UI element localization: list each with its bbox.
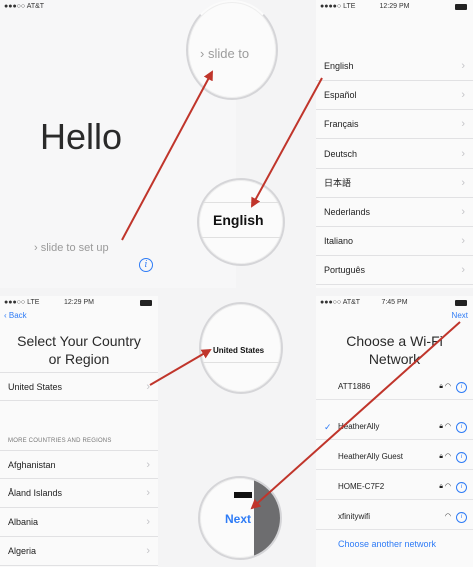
status-carrier: ●●●○○ AT&T <box>4 0 44 14</box>
chevron-right-icon: › <box>461 176 465 189</box>
chevron-right-icon: › <box>146 459 150 471</box>
next-button[interactable]: Next <box>452 311 468 320</box>
language-row[interactable]: Español › <box>316 81 473 111</box>
language-label: English <box>324 61 354 71</box>
language-row[interactable]: Français › <box>316 110 473 140</box>
wifi-icon: ◠ <box>444 513 451 520</box>
language-label: Español <box>324 90 357 101</box>
info-icon[interactable]: i <box>456 482 467 493</box>
country-label: Afghanistan <box>8 460 56 470</box>
carrier-label: AT&T <box>26 3 45 10</box>
magnifier-slide: › slide to <box>186 0 278 100</box>
chevron-right-icon: › <box>461 264 465 277</box>
chevron-right-icon: › <box>461 118 465 131</box>
back-button[interactable]: ‹ Back <box>4 311 27 320</box>
chevron-right-icon: › <box>146 545 150 557</box>
magnifier-next: Next <box>198 476 282 560</box>
info-icon[interactable]: i <box>139 258 153 272</box>
lock-wifi-icon: 🔒︎ ◠ <box>439 453 451 460</box>
magnified-edge <box>254 478 280 558</box>
checkmark-icon: ✓ <box>324 422 332 432</box>
language-label: Português <box>324 265 366 276</box>
country-screen: ●●●○○ LTE 12:29 PM ‹ Back Select Your Co… <box>0 296 158 567</box>
network-name: ATT1886 <box>338 382 371 391</box>
page-title-line2: Network <box>368 351 421 367</box>
slide-to-setup-slider[interactable]: › slide to set up <box>34 242 109 254</box>
chevron-right-icon: › <box>461 147 465 160</box>
network-name: HOME-C7F2 <box>338 482 385 491</box>
magnified-slide-text: › slide to <box>200 46 250 61</box>
country-row[interactable]: Algeria › <box>0 537 158 566</box>
status-time: 12:29 PM <box>64 299 94 306</box>
chevron-right-icon: › <box>461 89 465 102</box>
magnifier-english: English <box>197 178 285 266</box>
wifi-network-row[interactable]: ✓ HeatherAlly 🔒︎ ◠ i <box>316 414 473 440</box>
battery-icon <box>455 4 467 10</box>
language-label: 日本語 <box>324 177 352 188</box>
battery-icon <box>455 300 467 306</box>
language-row[interactable]: Deutsch › <box>316 140 473 169</box>
divider <box>199 237 283 238</box>
magnified-country-text: United States <box>213 346 265 355</box>
language-row[interactable]: Nederlands › <box>316 198 473 227</box>
status-bar: ●●●○○ AT&T 7:45 PM <box>316 296 473 310</box>
lock-wifi-icon: 🔒︎ ◠ <box>439 483 451 490</box>
magnified-battery-icon <box>234 492 252 498</box>
country-label: Åland Islands <box>8 488 63 498</box>
country-label: Algeria <box>8 546 37 556</box>
page-title-line1: Select Your Country <box>17 333 141 349</box>
language-label: Italiano <box>324 236 354 247</box>
magnifier-country: United States <box>199 302 283 394</box>
info-icon[interactable]: i <box>456 512 467 523</box>
page-title-line1: Choose a Wi-Fi <box>346 333 443 349</box>
network-name: HeatherAlly <box>338 422 380 431</box>
wifi-screen: ●●●○○ AT&T 7:45 PM Next Choose a Wi-Fi N… <box>316 296 473 567</box>
hello-title: Hello <box>40 116 123 157</box>
country-row[interactable]: Afghanistan › <box>0 450 158 479</box>
wifi-network-row[interactable]: xfinitywifi ◠ i <box>316 504 473 530</box>
status-bar: ●●●○○ LTE 12:29 PM <box>0 296 158 310</box>
language-label: Nederlands <box>324 207 371 217</box>
language-row[interactable]: 日本語 › <box>316 169 473 198</box>
wifi-network-row[interactable]: ATT1886 🔒︎ ◠ i <box>316 374 473 400</box>
magnified-english-text: English <box>213 212 264 228</box>
divider <box>201 362 281 363</box>
country-row[interactable]: Åland Islands › <box>0 479 158 508</box>
language-row[interactable]: English › <box>316 52 473 81</box>
language-screen: ●●●●○ LTE 12:29 PM English › Español › Franç… <box>316 0 473 288</box>
choose-another-network-link[interactable]: Choose another network <box>338 539 436 549</box>
wifi-network-row[interactable]: HeatherAlly Guest 🔒︎ ◠ i <box>316 444 473 470</box>
lock-wifi-icon: 🔒︎ ◠ <box>439 423 451 430</box>
language-row[interactable]: Português › <box>316 256 473 286</box>
chevron-right-icon: › <box>146 516 150 528</box>
chevron-right-icon: › <box>461 206 465 218</box>
page-title-line2: or Region <box>48 351 110 367</box>
chevron-right-icon: › <box>461 60 465 72</box>
magnified-next-text: Next <box>225 512 252 526</box>
country-label: Albania <box>8 517 39 527</box>
chevron-right-icon: › <box>146 381 150 393</box>
status-time: 7:45 PM <box>381 299 408 306</box>
country-row[interactable]: Albania › <box>0 508 158 537</box>
battery-icon <box>140 300 152 306</box>
country-label: United States <box>8 382 63 392</box>
divider <box>199 202 283 203</box>
chevron-right-icon: › <box>146 487 150 499</box>
language-label: Deutsch <box>324 148 358 159</box>
language-label: Français <box>324 119 359 130</box>
lock-wifi-icon: 🔒︎ ◠ <box>439 383 451 390</box>
selected-country-row[interactable]: United States › <box>0 372 158 401</box>
signal-dots: ●●●○○ <box>4 3 26 10</box>
network-name: HeatherAlly Guest <box>338 452 403 461</box>
language-row[interactable]: Italiano › <box>316 227 473 257</box>
wifi-network-row[interactable]: HOME-C7F2 🔒︎ ◠ i <box>316 474 473 500</box>
status-time: 12:29 PM <box>379 3 410 10</box>
status-bar: ●●●●○ LTE 12:29 PM <box>316 0 473 14</box>
info-icon[interactable]: i <box>456 452 467 463</box>
network-name: xfinitywifi <box>338 512 371 521</box>
chevron-right-icon: › <box>461 235 465 248</box>
info-icon[interactable]: i <box>456 422 467 433</box>
section-header: MORE COUNTRIES AND REGIONS <box>8 438 112 444</box>
info-icon[interactable]: i <box>456 382 467 393</box>
